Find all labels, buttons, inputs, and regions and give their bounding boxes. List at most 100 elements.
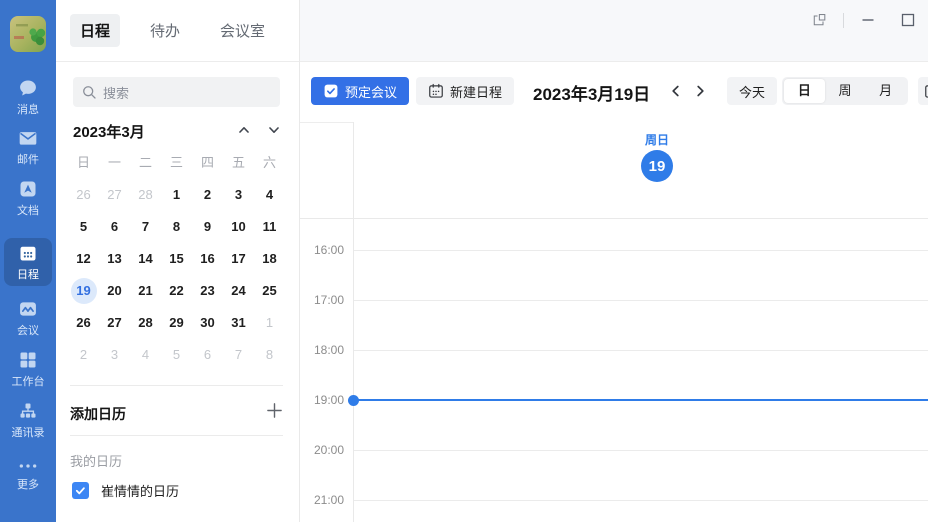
left-panel: 日程 待办 会议室 搜索 2023年3月 日一二三四五六 26272812345…	[56, 0, 300, 522]
mini-calendar-day[interactable]: 3	[102, 342, 128, 368]
chevron-left-icon	[669, 84, 683, 98]
calendar-outline-icon	[428, 83, 444, 99]
search-input[interactable]: 搜索	[73, 77, 280, 107]
mini-calendar-day[interactable]: 22	[164, 278, 190, 304]
book-meeting-button[interactable]: 预定会议	[311, 77, 409, 105]
mini-calendar-day[interactable]: 1	[164, 182, 190, 208]
weekday-label: 五	[223, 152, 254, 174]
chevron-up-icon[interactable]	[237, 123, 255, 139]
mini-calendar-day[interactable]: 27	[102, 310, 128, 336]
calendar-settings-button[interactable]	[918, 77, 928, 105]
view-day[interactable]: 日	[784, 79, 825, 103]
sidebar-item-docs[interactable]: 文档	[0, 179, 56, 218]
chevron-down-icon[interactable]	[267, 123, 285, 139]
mini-calendar-day[interactable]: 20	[102, 278, 128, 304]
mini-calendar-day[interactable]: 7	[133, 214, 159, 240]
mini-calendar-day[interactable]: 9	[195, 214, 221, 240]
mini-calendar-day[interactable]: 11	[257, 214, 283, 240]
day-header-date-badge[interactable]: 19	[641, 150, 673, 182]
mini-calendar-day[interactable]: 26	[71, 310, 97, 336]
mini-calendar-day[interactable]: 13	[102, 246, 128, 272]
mini-calendar-day[interactable]: 2	[71, 342, 97, 368]
plus-icon	[266, 402, 283, 419]
new-event-button[interactable]: 新建日程	[416, 77, 514, 105]
app-window: 消息 邮件 文档 日程 会议 工作台 通讯录 更多	[0, 0, 928, 522]
hour-label: 20:00	[300, 443, 344, 457]
mini-calendar-day[interactable]: 12	[71, 246, 97, 272]
mini-calendar-day[interactable]: 28	[133, 182, 159, 208]
divider	[843, 13, 844, 28]
sidebar-item-mail[interactable]: 邮件	[0, 128, 56, 167]
mini-calendar-day[interactable]: 1	[257, 310, 283, 336]
mini-calendar-day[interactable]: 21	[133, 278, 159, 304]
mini-calendar-day[interactable]: 29	[164, 310, 190, 336]
mini-calendar-day[interactable]: 28	[133, 310, 159, 336]
mini-calendar-day[interactable]: 8	[257, 342, 283, 368]
mini-calendar-weekdays: 日一二三四五六	[68, 152, 288, 174]
mini-calendar-day[interactable]: 17	[226, 246, 252, 272]
next-day-button[interactable]	[688, 79, 712, 103]
mini-calendar-day[interactable]: 26	[71, 182, 97, 208]
mini-calendar-day[interactable]: 6	[195, 342, 221, 368]
sidebar-item-more[interactable]: 更多	[0, 460, 56, 492]
sidebar-item-meeting[interactable]: 会议	[0, 299, 56, 338]
mini-calendar-day[interactable]: 14	[133, 246, 159, 272]
float-window-button[interactable]	[809, 10, 829, 30]
mini-calendar-day[interactable]: 25	[257, 278, 283, 304]
avatar[interactable]	[10, 16, 46, 52]
calendar-outline-icon	[924, 83, 928, 99]
mini-calendar-day[interactable]: 18	[257, 246, 283, 272]
mini-calendar-day[interactable]: 3	[226, 182, 252, 208]
mini-calendar-day[interactable]: 10	[226, 214, 252, 240]
view-week[interactable]: 周	[825, 79, 866, 103]
mini-calendar-day[interactable]: 5	[71, 214, 97, 240]
mini-calendar-day[interactable]: 4	[133, 342, 159, 368]
mini-calendar-day[interactable]: 5	[164, 342, 190, 368]
minimize-button[interactable]	[858, 10, 878, 30]
sidebar-item-messages[interactable]: 消息	[0, 78, 56, 117]
sidebar-item-calendar[interactable]: 日程	[4, 238, 52, 286]
maximize-icon	[900, 12, 916, 28]
mini-calendar-day[interactable]: 7	[226, 342, 252, 368]
mini-calendar-day[interactable]: 6	[102, 214, 128, 240]
view-month[interactable]: 月	[865, 79, 906, 103]
window-controls	[809, 10, 918, 30]
current-date-title: 2023年3月19日	[533, 80, 650, 105]
weekday-label: 二	[130, 152, 161, 174]
avatar-image	[10, 16, 46, 52]
mini-calendar-day[interactable]: 31	[226, 310, 252, 336]
previous-day-button[interactable]	[664, 79, 688, 103]
mini-calendar-day[interactable]: 2	[195, 182, 221, 208]
calendar-checkbox-row[interactable]: 崔情情的日历	[72, 481, 179, 500]
mini-calendar-day[interactable]: 24	[226, 278, 252, 304]
day-column[interactable]	[354, 219, 928, 522]
sidebar-item-workbench[interactable]: 工作台	[0, 350, 56, 389]
today-button[interactable]: 今天	[727, 77, 777, 105]
maximize-button[interactable]	[898, 10, 918, 30]
mini-calendar-day[interactable]: 15	[164, 246, 190, 272]
sidebar-item-contacts[interactable]: 通讯录	[0, 401, 56, 440]
contacts-icon	[0, 401, 56, 422]
mini-calendar-day[interactable]: 8	[164, 214, 190, 240]
sidebar: 消息 邮件 文档 日程 会议 工作台 通讯录 更多	[0, 0, 56, 522]
mini-calendar-day[interactable]: 23	[195, 278, 221, 304]
chat-icon	[0, 78, 56, 99]
mini-calendar-day[interactable]: 16	[195, 246, 221, 272]
tab-schedule[interactable]: 日程	[70, 14, 120, 47]
hour-label: 21:00	[300, 493, 344, 507]
checkbox-icon	[323, 83, 339, 99]
search-icon	[81, 84, 97, 100]
checkbox-checked-icon[interactable]	[72, 482, 89, 499]
add-calendar-button[interactable]	[266, 402, 286, 422]
hour-gridline	[354, 350, 928, 351]
mini-calendar-day[interactable]: 4	[257, 182, 283, 208]
calendar-name-label: 崔情情的日历	[101, 481, 179, 500]
my-calendars-section-label: 我的日历	[70, 451, 122, 470]
sidebar-item-label: 日程	[4, 266, 52, 282]
tab-todo[interactable]: 待办	[140, 14, 190, 47]
tab-meeting-rooms[interactable]: 会议室	[210, 14, 275, 47]
workbench-icon	[0, 350, 56, 371]
mini-calendar-day[interactable]: 19	[71, 278, 97, 304]
mini-calendar-day[interactable]: 27	[102, 182, 128, 208]
mini-calendar-day[interactable]: 30	[195, 310, 221, 336]
